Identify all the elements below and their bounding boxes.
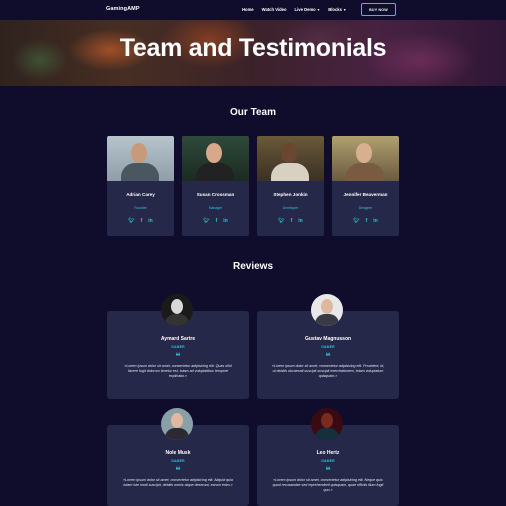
reviewer-role: GAMER [171,345,185,349]
team-section-title: Our Team [230,107,276,118]
avatar-head [171,413,183,428]
team-member-role: Manager [208,206,223,210]
linkedin-icon[interactable]: in [298,218,302,224]
team-photo [257,136,324,181]
twitter-icon[interactable]: 🐦︎ [128,218,134,224]
linkedin-icon[interactable]: in [148,218,152,224]
review-text: «Lorem ipsum dolor sit amet, consectetur… [271,364,385,379]
nav-links: Home Watch Video Live Demo▼ Blocks▼ [242,7,346,12]
team-member-role: Designer [358,206,373,210]
avatar-head [321,299,333,314]
team-member-role: Founder [134,206,147,210]
social-links: 🐦︎ f in [332,218,399,224]
team-member-name: Stephen Jonkin [273,192,308,197]
social-links: 🐦︎ f in [107,218,174,224]
avatar-body [165,314,189,326]
twitter-icon[interactable]: 🐦︎ [278,218,284,224]
reviewer-name: Gustav Magnusson [304,336,352,342]
avatar-head [171,299,183,314]
team-member-name: Susan Crossman [196,192,235,197]
reviews-section-title: Reviews [232,261,274,272]
linkedin-icon[interactable]: in [223,218,227,224]
team-card: Stephen Jonkin Developer 🐦︎ f in [257,136,324,236]
reviewer-role: GAMER [171,459,185,463]
team-photo-body [271,163,309,181]
team-member-name: Jennifer Beaverman [343,192,388,197]
reviewer-name: Nole Musk [165,450,191,456]
review-text: «Lorem ipsum dolor sit amet, consectetur… [272,478,384,493]
team-photo [107,136,174,181]
team-photo-head [206,143,222,163]
facebook-icon[interactable]: f [291,218,293,224]
avatar-body [165,428,189,440]
team-photo [182,136,249,181]
hero-banner: Team and Testimonials [0,20,506,86]
reviewer-name: Leo Hertz [316,450,340,456]
team-photo-body [196,163,234,181]
avatar-body [315,428,339,440]
quote-icon: ❝ [175,465,181,475]
page-title: Team and Testimonials [119,34,387,62]
team-photo-head [281,143,297,163]
brand-logo[interactable]: GamingAMP [106,6,140,12]
nav-link-watch-video[interactable]: Watch Video [262,7,287,12]
nav-link-blocks-label: Blocks [328,7,342,12]
facebook-icon[interactable]: f [141,218,143,224]
team-photo-body [346,163,384,181]
nav-link-live-demo[interactable]: Live Demo▼ [295,7,321,12]
avatar-body [315,314,339,326]
reviewer-role: GAMER [321,459,335,463]
team-photo-body [121,163,159,181]
nav-link-home[interactable]: Home [242,7,254,12]
team-member-name: Adrian Carey [126,192,155,197]
facebook-icon[interactable]: f [366,218,368,224]
avatar [311,408,343,440]
team-photo-head [356,143,372,163]
linkedin-icon[interactable]: in [373,218,377,224]
quote-icon: ❝ [175,351,181,361]
buy-now-button[interactable]: BUY NOW [361,3,396,16]
caret-down-icon: ▼ [342,8,347,12]
team-photo [332,136,399,181]
avatar [161,294,193,326]
social-links: 🐦︎ f in [182,218,249,224]
reviewer-name: Aymard Sartre [160,336,196,342]
social-links: 🐦︎ f in [257,218,324,224]
avatar [161,408,193,440]
reviewer-role: GAMER [321,345,335,349]
team-card: Adrian Carey Founder 🐦︎ f in [107,136,174,236]
quote-icon: ❝ [325,351,331,361]
review-text: «Lorem ipsum dolor sit amet, consectetur… [124,364,232,379]
quote-icon: ❝ [325,465,331,475]
nav-link-blocks[interactable]: Blocks▼ [328,7,346,12]
avatar-head [321,413,333,428]
facebook-icon[interactable]: f [216,218,218,224]
navbar: GamingAMP Home Watch Video Live Demo▼ Bl… [0,0,506,20]
nav-link-live-demo-label: Live Demo [294,7,316,12]
avatar [311,294,343,326]
review-text: «Lorem ipsum dolor sit amet, consectetur… [123,478,233,488]
twitter-icon[interactable]: 🐦︎ [353,218,359,224]
team-card: Susan Crossman Manager 🐦︎ f in [182,136,249,236]
caret-down-icon: ▼ [316,8,321,12]
team-card: Jennifer Beaverman Designer 🐦︎ f in [332,136,399,236]
team-photo-head [131,143,147,163]
twitter-icon[interactable]: 🐦︎ [203,218,209,224]
team-member-role: Developer [282,206,299,210]
